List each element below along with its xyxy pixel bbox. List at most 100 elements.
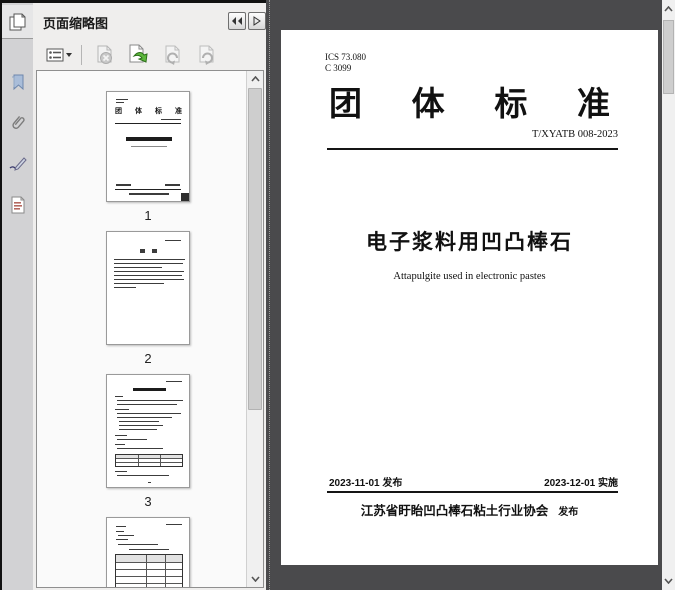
thumbnail-page-2[interactable]: [106, 231, 190, 345]
page-number-label[interactable]: 3: [106, 488, 190, 517]
scroll-up-button[interactable]: [247, 71, 263, 87]
preview-heading: [140, 249, 145, 253]
sidebar-item-page-thumbnails[interactable]: [2, 5, 33, 39]
preview-line: [117, 413, 181, 414]
preview-line: [115, 409, 129, 410]
thumbnail-item-1: 团 体 标 准: [106, 91, 246, 231]
preview-line: [114, 279, 184, 280]
panel-header: 页面缩略图: [33, 3, 266, 39]
preview-line: [117, 448, 163, 449]
navigation-pane-strip: [2, 3, 33, 590]
standard-type-char: 准: [577, 88, 610, 122]
preview-line: [119, 429, 157, 430]
preview-table: [115, 454, 183, 467]
pdf-viewer-window: 页面缩略图: [0, 0, 675, 590]
chevron-up-icon: [664, 6, 673, 12]
extract-page-button[interactable]: [124, 42, 154, 68]
scroll-down-button[interactable]: [247, 571, 263, 587]
thumbnail-scrollbar[interactable]: [246, 71, 263, 587]
thumbnail-toolbar: [33, 39, 266, 70]
document-scrollbar[interactable]: [662, 0, 675, 590]
implement-date-group: 2023-12-01 实施: [544, 474, 618, 489]
preview-line: [161, 119, 181, 120]
publisher-label: 发布: [558, 507, 578, 518]
preview-line: [165, 184, 180, 186]
preview-line: [118, 535, 134, 536]
standard-type-char: 体: [412, 88, 445, 122]
document-lines-icon: [9, 195, 27, 215]
thumbnail-page-3[interactable]: [106, 374, 190, 488]
expand-panel-button[interactable]: [248, 12, 266, 30]
standard-type-heading: 团 体 标 准: [329, 88, 610, 122]
preview-line: [166, 381, 182, 382]
preview-title: [126, 137, 172, 141]
collapse-panel-button[interactable]: [228, 12, 246, 30]
rotate-left-icon: [161, 43, 185, 67]
thumbnail-page-4[interactable]: [106, 517, 190, 587]
preview-line: [116, 539, 128, 540]
scroll-up-button[interactable]: [662, 2, 675, 16]
sidebar-item-signatures[interactable]: [2, 147, 33, 181]
rotate-right-button[interactable]: [192, 42, 222, 68]
panel-title: 页面缩略图: [43, 13, 108, 32]
preview-table: [115, 554, 183, 587]
preview-line: [114, 267, 162, 268]
publisher-row: 江苏省盱眙凹凸棒石粘土行业协会发布: [281, 500, 658, 520]
preview-line: [119, 421, 159, 422]
scrollbar-thumb[interactable]: [248, 88, 262, 410]
page-number-label[interactable]: 1: [106, 202, 190, 231]
preview-line: [117, 439, 147, 440]
scroll-down-button[interactable]: [662, 574, 675, 588]
chevron-up-icon: [251, 76, 260, 82]
issue-date-group: 2023-11-01 发布: [329, 474, 402, 489]
ics-codes: ICS 73.080 C 3099: [325, 52, 366, 74]
thumbnail-column: 团 体 标 准: [37, 71, 246, 587]
ics-class-code: C 3099: [325, 63, 366, 74]
sidebar-item-content-layers[interactable]: [2, 188, 33, 222]
preview-line: [118, 544, 158, 545]
preview-line: [129, 193, 169, 195]
chevron-down-icon: [664, 578, 673, 584]
sidebar-item-bookmarks[interactable]: [2, 65, 33, 99]
preview-line: [116, 102, 124, 103]
rotate-left-button[interactable]: [158, 42, 188, 68]
date-row: 2023-11-01 发布 2023-12-01 实施: [329, 474, 618, 489]
page-thumbnails-panel: 页面缩略图: [33, 3, 266, 590]
ics-code: ICS 73.080: [325, 52, 366, 63]
extract-page-icon: [126, 43, 152, 67]
implement-date: 2023-12-01: [544, 478, 595, 489]
preview-line: [114, 283, 164, 284]
preview-line: [117, 404, 177, 405]
options-list-icon: [46, 47, 72, 63]
selection-handle: [181, 193, 189, 201]
thumbnail-item-4: 4: [106, 517, 246, 587]
preview-line: [115, 444, 125, 445]
thumbnail-page-1[interactable]: 团 体 标 准: [106, 91, 190, 202]
preview-line: [114, 263, 183, 264]
preview-rule: [115, 189, 181, 190]
thumbnail-list: 团 体 标 准: [36, 70, 264, 588]
page-number-label[interactable]: 2: [106, 345, 190, 374]
document-title-zh: 电子浆料用凹凸棒石: [281, 226, 658, 256]
preview-line: [115, 396, 123, 397]
implement-label: 实施: [598, 478, 618, 489]
options-menu-button[interactable]: [41, 42, 77, 68]
double-left-arrow-icon: [231, 16, 243, 26]
sidebar-item-attachments[interactable]: [2, 106, 33, 140]
preview-rule: [115, 123, 181, 124]
preview-heading: [152, 249, 157, 253]
preview-caption: [129, 549, 169, 550]
standard-type-char: 标: [494, 88, 527, 122]
scrollbar-thumb[interactable]: [663, 20, 674, 94]
preview-line: [116, 184, 131, 186]
preview-line: [165, 240, 181, 241]
standard-number: T/XYATB 008-2023: [532, 129, 618, 140]
preview-char: 准: [175, 108, 182, 115]
delete-page-button[interactable]: [90, 42, 120, 68]
panel-resize-splitter[interactable]: [266, 0, 270, 590]
preview-line: [114, 259, 185, 260]
preview-line: [117, 475, 169, 476]
preview-line: [115, 471, 127, 472]
preview-char: 团: [115, 108, 122, 115]
page-thumbnails-icon: [8, 12, 28, 32]
